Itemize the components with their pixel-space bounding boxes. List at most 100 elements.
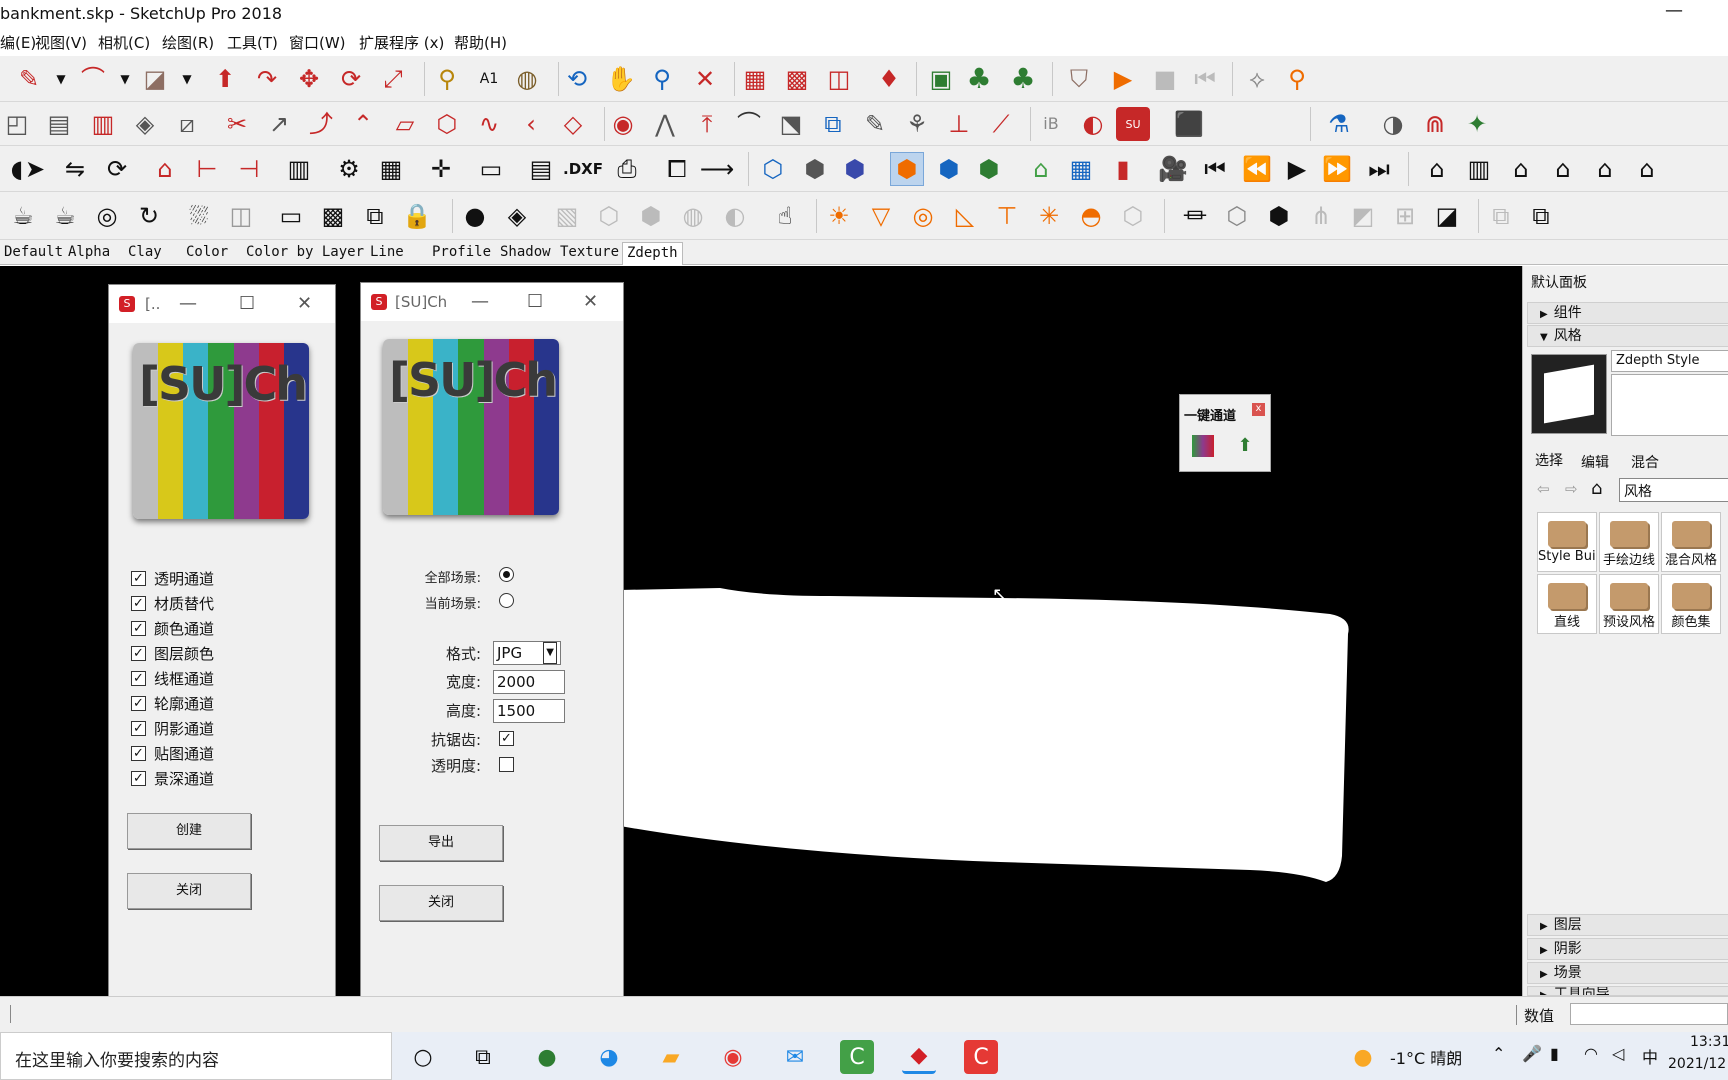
spot-light-icon[interactable]: ▽ (864, 199, 898, 233)
teapot-icon[interactable]: ☕ (6, 199, 40, 233)
tape-measure-icon[interactable]: ⚲ (430, 62, 464, 96)
refresh-render-icon[interactable]: ↻ (132, 199, 166, 233)
menu-camera[interactable]: 相机(C) (98, 32, 150, 53)
print-icon[interactable]: ⎙ (610, 152, 644, 186)
close-icon[interactable]: x (1252, 403, 1265, 416)
style-description-field[interactable] (1611, 374, 1728, 436)
taskbar-search[interactable]: 在这里输入你要搜索的内容 (0, 1032, 392, 1080)
maximize-icon[interactable]: ☐ (239, 293, 255, 314)
pan-icon[interactable]: ✋ (604, 62, 638, 96)
tray-section-components[interactable]: ▶ 组件 (1527, 302, 1728, 324)
rectangle-icon[interactable]: ◪ (138, 62, 172, 96)
section-icon[interactable]: ⛉ (1062, 62, 1096, 96)
grid-icon[interactable]: ⊞ (1388, 199, 1422, 233)
move-icon[interactable]: ✥ (292, 62, 326, 96)
rewind-icon[interactable]: ⏮ (1188, 62, 1222, 96)
channel-icon[interactable] (1192, 435, 1214, 457)
option-material-override[interactable]: ✓ 材质替代 (131, 592, 214, 614)
mail-icon[interactable]: ✉ (778, 1040, 812, 1074)
house-color-icon[interactable]: ⌂ (1024, 152, 1058, 186)
menu-edit[interactable]: 编(E) (0, 32, 36, 53)
mesh-light-icon[interactable]: ⬡ (1116, 199, 1150, 233)
wechat-icon[interactable]: ● (530, 1040, 564, 1074)
sandbox-icon[interactable]: ▣ (924, 62, 958, 96)
checkbox[interactable]: ✓ (131, 570, 146, 586)
pencil-icon[interactable]: ✎ (12, 62, 46, 96)
sphere-grid-icon[interactable]: ◍ (676, 199, 710, 233)
export-proxy-icon[interactable]: ⬢ (1262, 199, 1296, 233)
close-icon[interactable]: ✕ (297, 293, 312, 314)
calendar-icon[interactable]: ▦ (1064, 152, 1098, 186)
render-region-icon[interactable]: ◎ (90, 199, 124, 233)
material-icon[interactable]: ◑ (1376, 107, 1410, 141)
bars-icon[interactable]: ▮ (1106, 152, 1140, 186)
teapot-hand-icon[interactable]: ☕ (48, 199, 82, 233)
dome-light-icon[interactable]: ◓ (1074, 199, 1108, 233)
tree-icon[interactable]: ♣ (962, 62, 996, 96)
play-scene-icon[interactable]: ▶ (1280, 152, 1314, 186)
tool-icon-f[interactable]: ✂ (220, 107, 254, 141)
tool-icon-k[interactable]: ⬡ (430, 107, 464, 141)
select-arrow-icon[interactable]: ➤ (18, 152, 52, 186)
share-model-icon[interactable]: ▩ (780, 62, 814, 96)
infinite-plane-icon[interactable]: ⏛ (1178, 199, 1212, 233)
left-view-icon[interactable]: ⌂ (1630, 152, 1664, 186)
style-tab-line[interactable]: Line (366, 242, 408, 265)
checkbox[interactable]: ✓ (131, 695, 146, 711)
ies-light-icon[interactable]: ⊤ (990, 199, 1024, 233)
sketchup-icon[interactable]: ◐ (1076, 107, 1110, 141)
image-icon[interactable]: ▩ (316, 199, 350, 233)
tool-icon-b[interactable]: ▤ (42, 107, 76, 141)
hand-pointer-icon[interactable]: ☝ (768, 199, 802, 233)
tray-chevron-icon[interactable]: ⌃ (1492, 1044, 1505, 1063)
camtasia-icon[interactable]: C (840, 1040, 874, 1074)
right-view-icon[interactable]: ⌂ (1546, 152, 1580, 186)
extension-warehouse-icon[interactable]: ◫ (822, 62, 856, 96)
checkbox[interactable]: ✓ (131, 720, 146, 736)
skip-end-icon[interactable]: ⏭ (1362, 152, 1396, 186)
checkbox[interactable]: ✓ (131, 595, 146, 611)
position-camera-icon[interactable]: ⚲ (1280, 62, 1314, 96)
chrome-icon[interactable]: ◉ (716, 1040, 750, 1074)
chevron-down-icon[interactable]: ▼ (543, 642, 557, 664)
style-thumb[interactable]: Style Buil (1537, 512, 1597, 572)
orbit-icon[interactable]: ⟲ (560, 62, 594, 96)
tool-icon-p[interactable]: ⋀ (648, 107, 682, 141)
option-transparency[interactable]: ✓ 透明通道 (131, 567, 214, 589)
menu-window[interactable]: 窗口(W) (289, 32, 346, 53)
tool-icon-n[interactable]: ◇ (556, 107, 590, 141)
gallery-icon[interactable]: ⧉ (358, 199, 392, 233)
arrow-right-icon[interactable]: ⟶ (700, 152, 734, 186)
sun-light-icon[interactable]: ☀ (822, 199, 856, 233)
export-button[interactable]: 导出 (379, 825, 503, 861)
proxy-icon[interactable]: ⬡ (1220, 199, 1254, 233)
settings-gear-icon[interactable]: ⚙ (332, 152, 366, 186)
tool-icon-h[interactable]: ⤴ (304, 107, 338, 141)
style-tab-zdepth[interactable]: Zdepth (622, 242, 683, 265)
monochrome-icon[interactable]: ⬢ (972, 152, 1006, 186)
shaded-icon[interactable]: ⬢ (890, 152, 924, 186)
style-tab-color[interactable]: Color (182, 242, 232, 265)
battery-icon[interactable]: ▮ (1550, 1044, 1559, 1063)
fur-icon[interactable]: ⋔ (1304, 199, 1338, 233)
mesh-icon[interactable]: ✦ (1460, 107, 1494, 141)
tool-icon-t[interactable]: ⧉ (816, 107, 850, 141)
menu-tools[interactable]: 工具(T) (227, 32, 278, 53)
close-button[interactable]: 关闭 (379, 885, 503, 921)
style-tab-alpha[interactable]: Alpha (64, 242, 114, 265)
tool-icon-g[interactable]: ↗ (262, 107, 296, 141)
rewind-fast-icon[interactable]: ⏪ (1240, 152, 1274, 186)
tray-section-instructor[interactable]: ▶ 工具向导 (1527, 986, 1728, 996)
close-icon[interactable]: ✕ (583, 291, 598, 312)
close-button[interactable]: 关闭 (127, 873, 251, 909)
dropdown-icon[interactable]: ▼ (170, 62, 204, 96)
edge-icon[interactable]: ◕ (592, 1040, 626, 1074)
scale-icon[interactable]: ⤢ (376, 62, 410, 96)
lock-icon[interactable]: 🔒 (400, 199, 434, 233)
iB-icon[interactable]: iB (1034, 107, 1068, 141)
tray-section-styles[interactable]: ▼ 风格 (1527, 325, 1728, 347)
material-editor-icon[interactable]: ◈ (500, 199, 534, 233)
magnet-icon[interactable]: ⋒ (1418, 107, 1452, 141)
clock-time[interactable]: 13:31 (1690, 1034, 1728, 1050)
tool-icon-c[interactable]: ▥ (86, 107, 120, 141)
